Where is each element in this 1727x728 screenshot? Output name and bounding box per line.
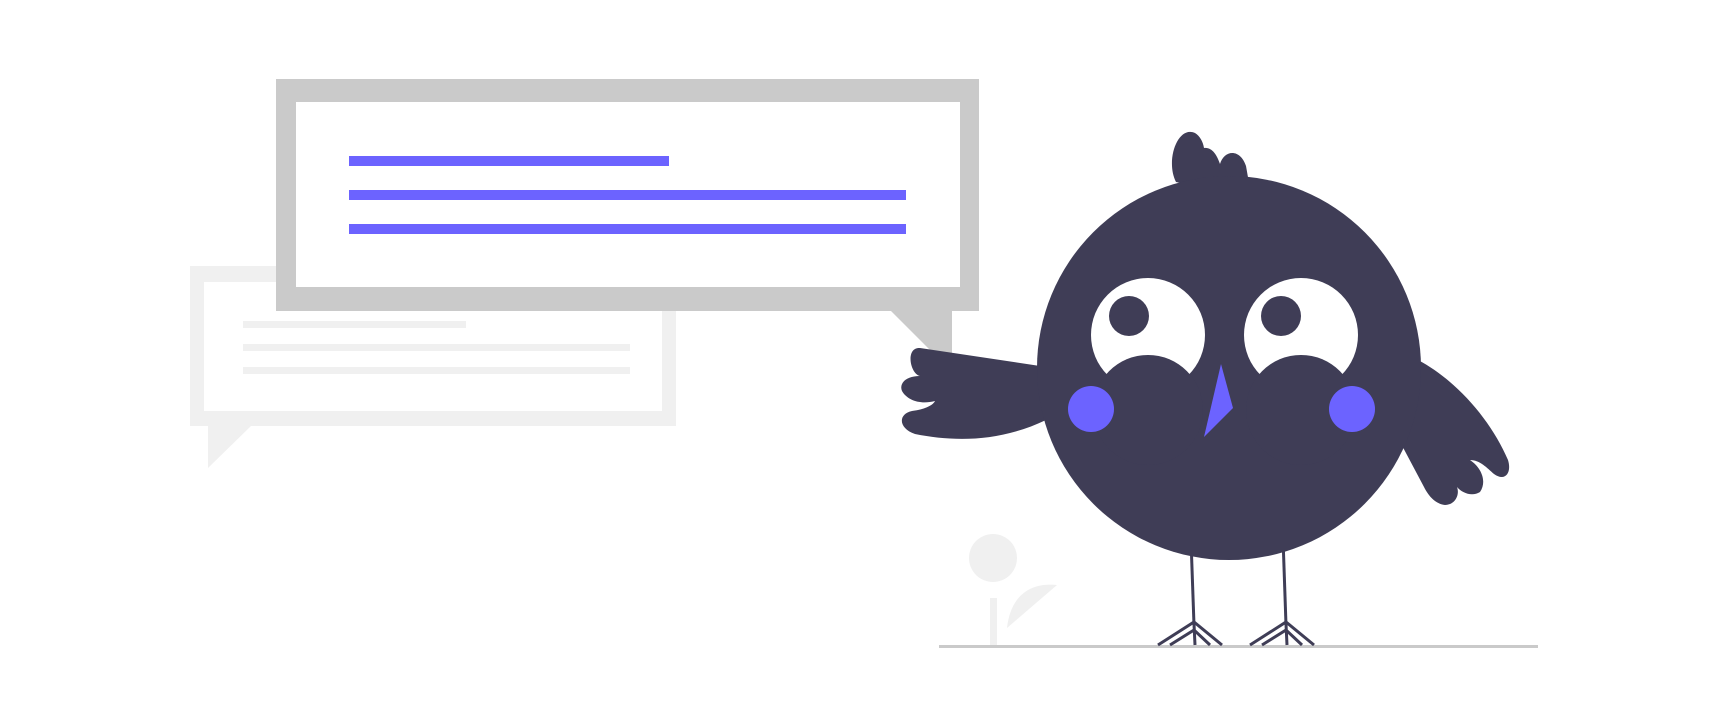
plant-bud — [969, 534, 1017, 582]
right-cheek — [1329, 386, 1375, 432]
illustration-canvas — [190, 79, 1538, 648]
plant-stem — [990, 598, 997, 645]
front-bubble-line-2 — [349, 190, 906, 200]
ground-line — [939, 645, 1538, 648]
left-cheek — [1068, 386, 1114, 432]
left-wing — [901, 347, 1046, 439]
bird-icon — [901, 131, 1510, 560]
plant-leaf — [1007, 584, 1057, 628]
front-bubble-line-1 — [349, 156, 669, 166]
bird-body — [1037, 176, 1421, 560]
front-bubble-line-3 — [349, 224, 906, 234]
plant-icon — [969, 534, 1057, 645]
back-bubble-line-3 — [243, 367, 630, 374]
left-pupil — [1109, 296, 1149, 336]
back-bubble-line-2 — [243, 344, 630, 351]
right-foot — [1249, 620, 1315, 647]
back-bubble-line-1 — [243, 321, 466, 328]
right-pupil — [1261, 296, 1301, 336]
left-foot — [1157, 620, 1223, 647]
